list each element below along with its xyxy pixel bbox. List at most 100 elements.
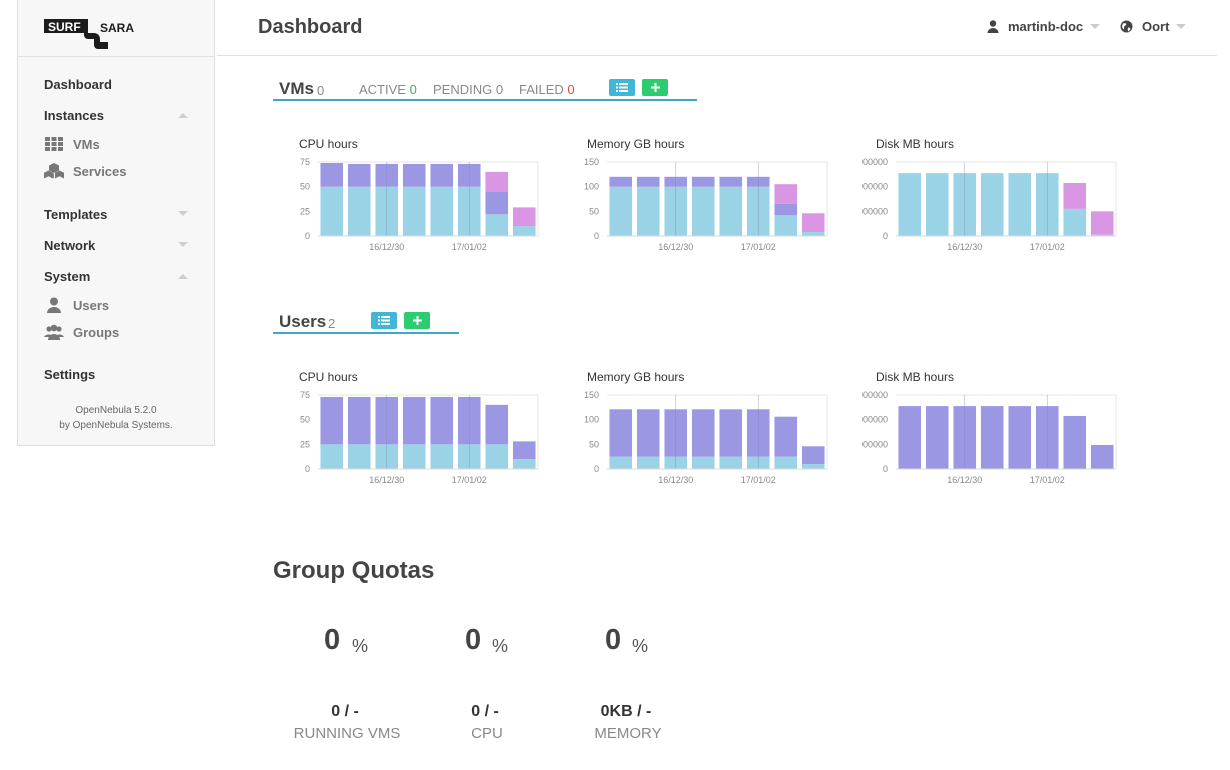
bar-segment-stopped (402, 396, 426, 445)
sidebar-item-users[interactable]: Users (44, 297, 109, 313)
y-tick-label: 150 (584, 390, 599, 400)
bar-segment-active (719, 456, 743, 469)
bar-segment-active (898, 173, 922, 236)
y-tick-label: 40000000 (862, 415, 888, 425)
chevron-up-icon[interactable] (178, 274, 188, 279)
users-memory-chart: Memory GB hours 150 100 50 0 16/12/30 17/01/0… (573, 370, 833, 490)
bar-segment-active (691, 456, 715, 469)
sidebar-item-templates[interactable]: Templates (44, 207, 107, 222)
bar-segment-stopped (1063, 415, 1087, 469)
y-tick-label: 0 (883, 231, 888, 241)
chevron-down-icon[interactable] (178, 211, 188, 216)
sidebar-item-vms[interactable]: VMs (44, 136, 100, 152)
sidebar-item-network[interactable]: Network (44, 238, 95, 253)
y-tick-label: 40000000 (862, 182, 888, 192)
users-count: 2 (328, 316, 336, 331)
chevron-up-icon[interactable] (178, 113, 188, 118)
vms-failed-stat[interactable]: FAILED 0 (519, 82, 575, 97)
vms-active-count: 0 (409, 82, 417, 97)
user-menu[interactable]: martinb-doc (987, 19, 1101, 34)
plus-icon (412, 316, 422, 325)
bar-segment-active (801, 464, 825, 469)
vms-list-button[interactable] (609, 79, 635, 96)
bar-segment-active (719, 186, 743, 236)
users-add-button[interactable] (404, 312, 430, 329)
vms-title: VMs (279, 79, 314, 98)
y-tick-label: 75 (300, 157, 310, 167)
x-tick-label: 16/12/30 (658, 242, 693, 252)
vms-memory-chart: Memory GB hours 150 100 50 0 16/12/30 17/01/0… (573, 137, 833, 257)
x-tick-label: 17/01/02 (741, 475, 776, 485)
quota-cpu-value: 0 / - (471, 703, 499, 720)
vms-failed-count: 0 (567, 82, 575, 97)
sidebar-item-dashboard[interactable]: Dashboard (44, 77, 112, 92)
bar-segment-stopped (636, 409, 660, 457)
bar-segment-active (347, 186, 371, 236)
surfsara-logo[interactable]: SURF SARA (44, 15, 134, 49)
globe-icon (1120, 20, 1133, 33)
bar-segment-stopped (980, 406, 1004, 469)
bar-segment-active (485, 214, 509, 236)
zone-label: Oort (1142, 19, 1170, 34)
x-tick-label: 16/12/30 (369, 475, 404, 485)
users-cpu-chart: CPU hours 75 50 25 0 16/12/30 17/01/02 (284, 370, 544, 490)
x-tick-label: 16/12/30 (658, 475, 693, 485)
quota-vms-value: 0 / - (331, 703, 359, 720)
top-header: Dashboard martinb-doc Oort (217, 0, 1217, 56)
vms-pending-count: 0 (495, 82, 504, 97)
vms-cpu-chart: CPU hours 75 50 25 0 16/12/30 17/01/02 (284, 137, 544, 257)
chart-canvas: 75 50 25 0 16/12/30 17/01/02 (300, 390, 539, 485)
logo-area: SURF SARA (18, 0, 214, 57)
bar-segment-other (774, 184, 798, 204)
vms-disk-chart: Disk MB hours 60000000400000002000000001… (862, 137, 1122, 257)
bar-segment-active (430, 444, 454, 469)
vms-failed-label: FAILED (519, 82, 564, 97)
y-tick-label: 50 (589, 206, 599, 216)
version-info: OpenNebula 5.2.0 by OpenNebula Systems. (18, 403, 214, 433)
bar-segment-stopped (925, 406, 949, 469)
username-label: martinb-doc (1008, 19, 1084, 34)
vms-add-button[interactable] (642, 79, 668, 96)
vms-pending-stat[interactable]: PENDING 0 (433, 82, 503, 97)
y-tick-label: 20000000 (862, 206, 888, 216)
chart-canvas: 60000000 40000000 20000000 0 16/12/30 17/01/0… (862, 157, 1117, 252)
bar-segment-active (402, 186, 426, 236)
y-tick-label: 0 (305, 231, 310, 241)
bar-segment-stopped (485, 191, 509, 215)
bar-segment-active (430, 186, 454, 236)
sidebar-item-settings[interactable]: Settings (44, 367, 95, 382)
sidebar-item-vms-label: VMs (73, 136, 100, 152)
bar-segment-stopped (430, 396, 454, 445)
bar-segment-active (609, 456, 633, 469)
y-tick-label: 25 (300, 206, 310, 216)
cubes-icon (44, 163, 64, 179)
y-tick-label: 0 (594, 464, 599, 474)
sidebar-item-groups[interactable]: Groups (44, 324, 119, 340)
sidebar-item-services[interactable]: Services (44, 163, 127, 179)
x-tick-label: 16/12/30 (947, 475, 982, 485)
sidebar-item-instances[interactable]: Instances (44, 108, 104, 123)
quota-cpu-label: CPU (471, 725, 503, 742)
bar-segment-stopped (512, 441, 536, 460)
bar-segment-stopped (691, 176, 715, 187)
logo-text-sara: SARA (100, 21, 134, 35)
y-tick-label: 50 (589, 439, 599, 449)
users-list-button[interactable] (371, 312, 397, 329)
bar-segment-active (1063, 208, 1087, 236)
quota-memory-label: MEMORY (594, 725, 662, 742)
bar-segment-active (347, 444, 371, 469)
y-tick-label: 0 (594, 231, 599, 241)
x-tick-label: 17/01/02 (1030, 242, 1065, 252)
vms-active-stat[interactable]: ACTIVE 0 (359, 82, 417, 97)
bar-segment-active (774, 215, 798, 236)
sidebar-item-system[interactable]: System (44, 269, 90, 284)
vms-pending-label: PENDING (433, 82, 493, 97)
chevron-down-icon[interactable] (178, 242, 188, 247)
sidebar-item-groups-label: Groups (73, 324, 120, 340)
chart-canvas: 60000000 40000000 20000000 0 16/12/30 17/01/0… (862, 390, 1117, 485)
quota-vms-unit: % (352, 636, 369, 656)
bar-segment-active (609, 186, 633, 236)
zone-menu[interactable]: Oort (1120, 19, 1187, 34)
page-title: Dashboard (258, 16, 363, 38)
list-icon (616, 83, 628, 92)
